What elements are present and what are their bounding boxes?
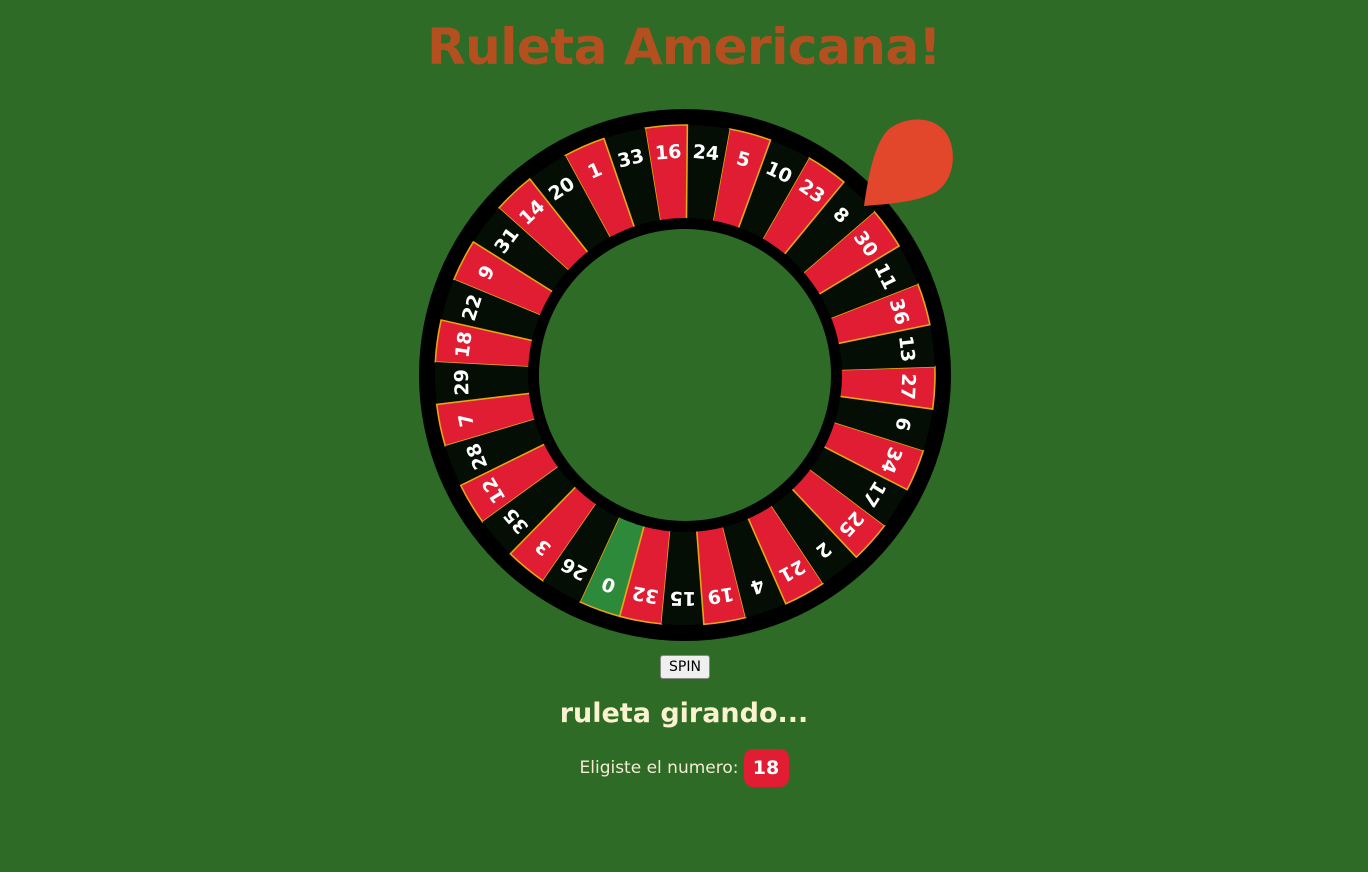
pocket-label-19: 19 bbox=[706, 582, 736, 608]
wheel-center bbox=[539, 229, 831, 521]
pocket-label-29: 29 bbox=[451, 369, 474, 396]
pocket-label-16: 16 bbox=[654, 141, 682, 165]
chosen-number-badge: 18 bbox=[743, 749, 789, 787]
pocket-label-32: 32 bbox=[630, 581, 660, 607]
chosen-number-label: Eligiste el numero: bbox=[579, 758, 739, 778]
pocket-label-13: 13 bbox=[894, 334, 919, 363]
page-title: Ruleta Americana! bbox=[427, 18, 941, 76]
pocket-label-18: 18 bbox=[451, 330, 476, 359]
chosen-number-row: Eligiste el numero: 18 bbox=[0, 748, 1368, 788]
pocket-label-24: 24 bbox=[692, 141, 720, 165]
spin-button[interactable]: SPIN bbox=[660, 655, 710, 679]
pointer-shape bbox=[864, 119, 953, 206]
spin-status-text: ruleta girando... bbox=[559, 698, 809, 729]
pocket-label-15: 15 bbox=[670, 587, 697, 609]
wheel-pointer-icon bbox=[864, 119, 953, 206]
pocket-label-27: 27 bbox=[896, 373, 919, 401]
